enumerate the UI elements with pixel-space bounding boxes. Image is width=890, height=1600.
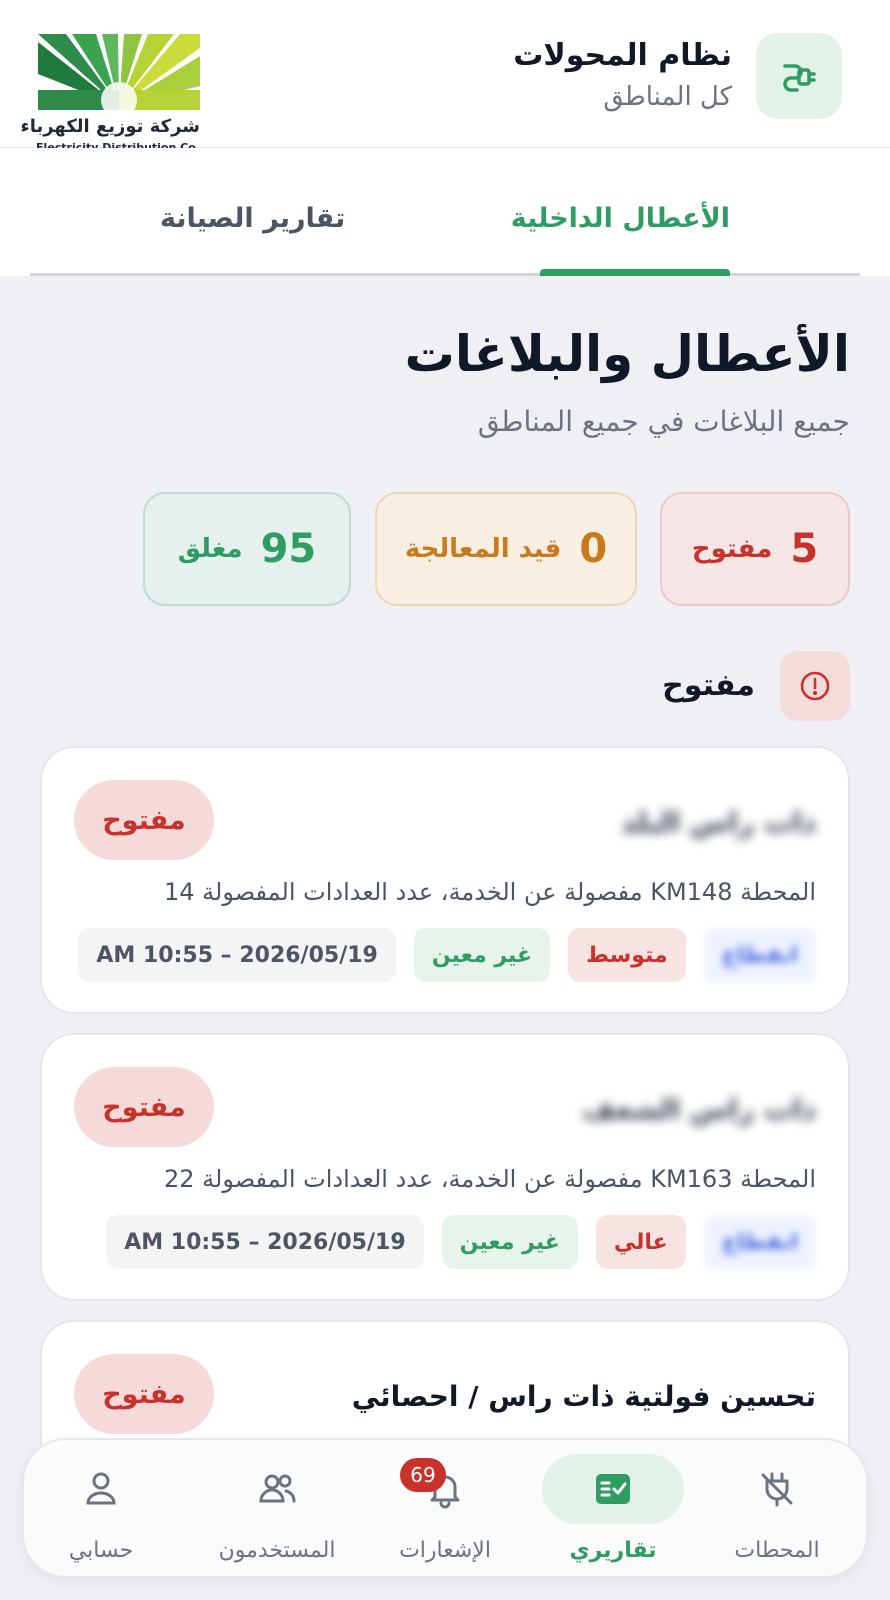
nav-reports[interactable]: تقاريري: [538, 1440, 688, 1580]
region-selector[interactable]: كل المناطق: [603, 82, 732, 112]
stat-in-progress-count: 0: [579, 526, 608, 572]
nav-stations-label: المحطات: [734, 1538, 820, 1563]
app-header: نظام المحولات كل المناطق شركة توزيع الكه…: [0, 0, 890, 154]
report-tags: انقطاع عالي غير معين AM 10:55 – 2026/05/…: [106, 1215, 816, 1269]
stat-closed-filter[interactable]: 95 مغلق: [143, 492, 351, 606]
assignee-chip: غير معين: [441, 1215, 578, 1269]
status-badge: مفتوح: [74, 780, 214, 860]
priority-chip: عالي: [595, 1215, 686, 1269]
report-title: تحسين فولتية ذات راس / احصائي: [351, 1380, 816, 1413]
status-badge: مفتوح: [74, 1354, 214, 1434]
report-title: ذات راس الشعف: [582, 1093, 816, 1126]
assignee-chip: غير معين: [413, 928, 551, 982]
logo-arabic-text: شركة توزيع الكهرباء: [20, 116, 200, 137]
stat-closed-count: 95: [260, 526, 317, 572]
nav-stations[interactable]: المحطات: [702, 1440, 852, 1580]
stat-closed-label: مغلق: [177, 534, 243, 564]
plug-off-icon: [761, 1472, 793, 1507]
nav-notifications-label: الإشعارات: [399, 1538, 491, 1563]
status-badge: مفتوح: [74, 1067, 214, 1147]
company-logo: شركة توزيع الكهرباء Electricity Distribu…: [20, 34, 200, 164]
stat-open-label: مفتوح: [691, 534, 773, 564]
datetime-chip: AM 10:55 – 2026/05/19: [78, 928, 396, 982]
tab-internal-faults[interactable]: الأعطال الداخلية: [511, 203, 730, 234]
report-card[interactable]: ذات راس الشعف مفتوح المحطة KM163 مفصولة …: [40, 1033, 850, 1301]
users-icon: [259, 1474, 296, 1503]
tab-maintenance-reports[interactable]: تقارير الصيانة: [160, 203, 345, 234]
stat-in-progress-filter[interactable]: 0 قيد المعالجة: [375, 492, 637, 606]
stat-open-filter[interactable]: 5 مفتوح: [660, 492, 850, 606]
nav-account-label: حسابي: [68, 1538, 134, 1563]
stat-open-count: 5: [790, 526, 819, 572]
nav-notifications[interactable]: 69 الإشعارات: [370, 1440, 520, 1580]
type-chip: انقطاع: [703, 928, 816, 982]
page-subtitle: جميع البلاغات في جميع المناطق: [477, 405, 850, 438]
nav-account[interactable]: حسابي: [26, 1440, 176, 1580]
app-title: نظام المحولات: [513, 38, 732, 73]
plug-app-icon[interactable]: [756, 33, 842, 119]
bottom-navigation: المحطات تقاريري 69 الإشعارات المستخدمون …: [22, 1438, 868, 1578]
nav-users[interactable]: المستخدمون: [192, 1440, 362, 1580]
notification-count-badge: 69: [400, 1458, 446, 1492]
datetime-chip: AM 10:55 – 2026/05/19: [106, 1215, 424, 1269]
stat-in-progress-label: قيد المعالجة: [404, 534, 562, 564]
tab-bar: الأعطال الداخلية تقارير الصيانة: [0, 148, 890, 276]
type-chip: انقطاع: [703, 1215, 816, 1269]
user-icon: [86, 1472, 116, 1505]
report-title: ذات راس البلد: [620, 806, 816, 839]
page-title: الأعطال والبلاغات: [404, 325, 850, 383]
section-title: مفتوح: [662, 668, 755, 703]
report-description: المحطة KM148 مفصولة عن الخدمة، عدد العدا…: [163, 878, 816, 906]
tab-divider: [30, 273, 860, 276]
report-card[interactable]: ذات راس البلد مفتوح المحطة KM148 مفصولة …: [40, 746, 850, 1014]
report-checklist-icon: [596, 1474, 630, 1504]
report-description: المحطة KM163 مفصولة عن الخدمة، عدد العدا…: [163, 1165, 816, 1193]
alert-circle-icon: [780, 651, 850, 721]
active-tab-indicator: [540, 269, 730, 276]
sunburst-logo-icon: [38, 34, 200, 110]
nav-reports-label: تقاريري: [569, 1538, 657, 1563]
nav-users-label: المستخدمون: [218, 1538, 336, 1563]
report-tags: انقطاع متوسط غير معين AM 10:55 – 2026/05…: [78, 928, 816, 982]
priority-chip: متوسط: [568, 928, 686, 982]
